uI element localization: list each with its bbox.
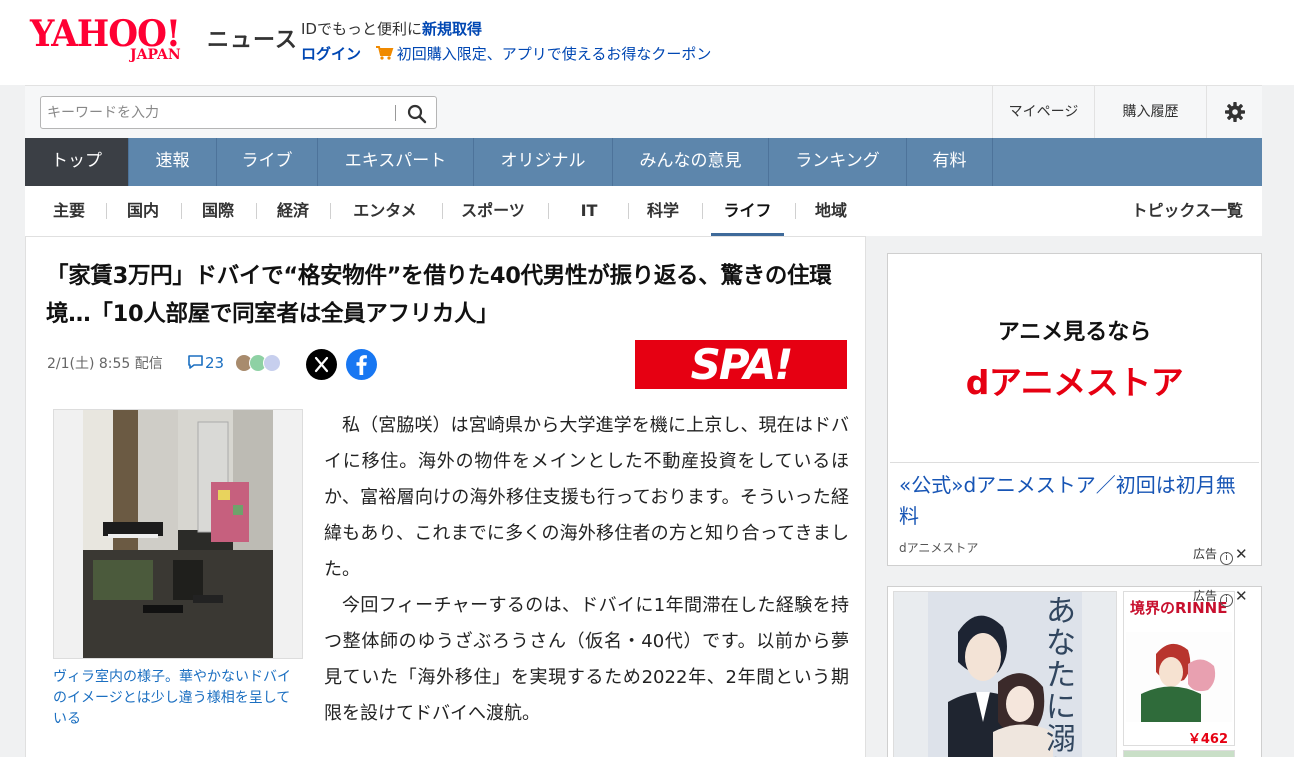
gear-icon: [1225, 102, 1245, 122]
cat-divider: [628, 203, 629, 219]
ad-banner-line2: dアニメストア: [965, 363, 1184, 402]
nav-paid[interactable]: 有料: [907, 138, 993, 186]
cat-economy[interactable]: 経済: [267, 186, 319, 236]
ad-advertiser: dアニメストア: [899, 541, 979, 555]
nav-original[interactable]: オリジナル: [474, 138, 613, 186]
comment-icon: [188, 355, 203, 369]
reaction-faces: [235, 354, 291, 374]
cat-divider: [106, 203, 107, 219]
article-photo: [83, 410, 273, 658]
ad-label: 広告: [1193, 547, 1218, 561]
info-icon[interactable]: i: [1220, 552, 1234, 565]
cart-icon: [375, 46, 394, 60]
coupon-link[interactable]: 初回購入限定、アプリで使えるお得なクーポン: [397, 45, 712, 63]
topics-list-link[interactable]: トピックス一覧: [1131, 186, 1243, 236]
login-row: ログイン 初回購入限定、アプリで使えるお得なクーポン: [301, 43, 711, 64]
cat-domestic[interactable]: 国内: [117, 186, 169, 236]
ad-badge[interactable]: 広告 i ✕: [1193, 545, 1248, 565]
search-divider: [395, 105, 396, 121]
close-icon[interactable]: ✕: [1235, 545, 1248, 563]
settings-button[interactable]: [1206, 86, 1262, 139]
article-meta: 2/1(土) 8:55 配信: [47, 353, 163, 373]
cat-science[interactable]: 科学: [637, 186, 689, 236]
cat-sports[interactable]: スポーツ: [451, 186, 535, 236]
cat-divider: [795, 203, 796, 219]
article-title: 「家賃3万円」ドバイで“格安物件”を借りた40代男性が振り返る、驚きの住環境…「…: [46, 263, 832, 327]
cat-world[interactable]: 国際: [192, 186, 244, 236]
category-nav: 主要 国内 国際 経済 エンタメ スポーツ IT 科学 ライフ 地域 トピックス…: [25, 186, 1262, 236]
close-icon[interactable]: ✕: [1235, 587, 1248, 605]
manga-book-3[interactable]: [1123, 750, 1235, 757]
body-paragraph: 今回フィーチャーするのは、ドバイに1年間滞在した経験を持つ整体師のゆうざぶろうさ…: [324, 595, 849, 724]
manga-cover-1: あなたに溺れ: [928, 592, 1082, 757]
comment-count: 23: [205, 354, 225, 372]
search-box: [40, 96, 437, 129]
photo-caption[interactable]: ヴィラ室内の様子。華やかないドバイのイメージとは少し違う様相を呈している: [53, 667, 303, 730]
mypage-link[interactable]: マイページ: [992, 86, 1094, 139]
cat-main[interactable]: 主要: [43, 186, 95, 236]
share-facebook-button[interactable]: [346, 349, 377, 380]
nav-live[interactable]: ライブ: [217, 138, 318, 186]
manga-cover-1-title: あなたに溺れ: [1046, 594, 1076, 757]
search-input[interactable]: [47, 102, 387, 124]
spa-source-logo[interactable]: SPA!: [635, 340, 847, 389]
reaction-icon: [263, 354, 281, 372]
manga-cover-2: 境界のRINNE: [1126, 594, 1232, 722]
login-link[interactable]: ログイン: [301, 45, 361, 63]
ad-banner-line1: アニメ見るなら: [997, 320, 1152, 345]
ad-banner[interactable]: アニメ見るなら dアニメストア: [890, 256, 1259, 463]
manga-book-2[interactable]: 境界のRINNE ￥462: [1123, 591, 1235, 747]
comments-link[interactable]: 23: [187, 351, 224, 372]
site-header: YAHOO! JAPAN ニュース IDでもっと便利に新規取得 ログイン 初回購…: [0, 0, 1294, 85]
id-promo-text: IDでもっと便利に: [301, 20, 422, 38]
ad-badge[interactable]: 広告 i ✕: [1193, 587, 1248, 607]
info-icon[interactable]: i: [1220, 594, 1234, 607]
publish-date: 2/1(土) 8:55: [47, 356, 131, 372]
ad-label: 広告: [1193, 589, 1218, 603]
facebook-logo-icon: [356, 355, 367, 375]
manga-book-1[interactable]: あなたに溺れ: [893, 591, 1117, 757]
global-nav: トップ 速報 ライブ エキスパート オリジナル みんなの意見 ランキング 有料: [25, 138, 1262, 186]
register-link[interactable]: 新規取得: [422, 20, 482, 38]
yahoo-japan-logo[interactable]: YAHOO! JAPAN: [30, 14, 206, 68]
toolbar: マイページ 購入履歴: [25, 85, 1262, 139]
ad-headline[interactable]: «公式»dアニメストア／初回は初月無料: [899, 470, 1254, 532]
purchase-history-link[interactable]: 購入履歴: [1094, 86, 1206, 139]
ad-manga: あなたに溺れ 境界のRINNE ￥462 広告i✕: [887, 586, 1262, 757]
delivered-label: 配信: [134, 356, 163, 372]
cat-divider: [256, 203, 257, 219]
nav-expert[interactable]: エキスパート: [318, 138, 474, 186]
article-photo-frame[interactable]: [53, 409, 303, 659]
logo-sub: JAPAN: [130, 47, 181, 63]
nav-opinions[interactable]: みんなの意見: [613, 138, 769, 186]
cat-divider: [442, 203, 443, 219]
manga-price: ￥462: [1187, 732, 1228, 747]
article: 「家賃3万円」ドバイで“格安物件”を借りた40代男性が振り返る、驚きの住環境…「…: [25, 236, 866, 757]
cat-local[interactable]: 地域: [805, 186, 857, 236]
cat-life[interactable]: ライフ: [711, 186, 784, 236]
share-x-button[interactable]: [306, 349, 337, 380]
nav-top[interactable]: トップ: [25, 138, 129, 186]
news-section-logo[interactable]: ニュース: [207, 22, 298, 54]
cat-divider: [548, 203, 549, 219]
nav-ranking[interactable]: ランキング: [769, 138, 907, 186]
cat-divider: [330, 203, 331, 219]
x-logo-icon: [314, 356, 329, 373]
cat-divider: [702, 203, 703, 219]
id-promo: IDでもっと便利に新規取得: [301, 18, 482, 39]
cat-entertainment[interactable]: エンタメ: [339, 186, 431, 236]
nav-breaking[interactable]: 速報: [129, 138, 217, 186]
body-paragraph: 私（宮脇咲）は宮崎県から大学進学を機に上京し、現在はドバイに移住。海外の物件をメ…: [324, 415, 849, 580]
ad-d-anime-store[interactable]: アニメ見るなら dアニメストア «公式»dアニメストア／初回は初月無料 dアニメ…: [887, 253, 1262, 566]
article-body: 私（宮脇咲）は宮崎県から大学進学を機に上京し、現在はドバイに移住。海外の物件をメ…: [324, 408, 849, 732]
cat-divider: [181, 203, 182, 219]
search-icon[interactable]: [406, 103, 428, 125]
cat-it[interactable]: IT: [557, 186, 621, 236]
